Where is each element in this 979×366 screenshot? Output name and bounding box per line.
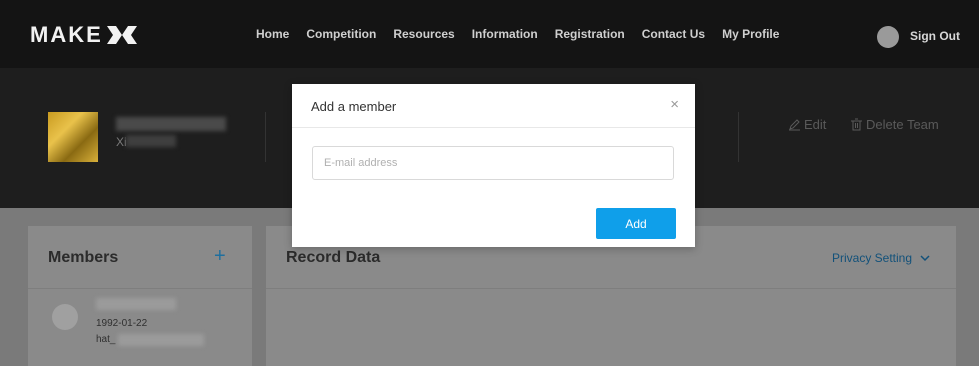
email-field[interactable] (312, 146, 674, 180)
user-avatar[interactable] (877, 26, 899, 48)
modal-divider (292, 127, 695, 128)
modal-title: Add a member (311, 99, 397, 114)
team-logo-image (48, 112, 98, 162)
members-title: Members (48, 249, 119, 266)
delete-label: Delete Team (866, 117, 939, 132)
member-avatar (52, 304, 78, 330)
nav-link-registration[interactable]: Registration (555, 27, 625, 41)
chevron-down-icon (920, 254, 930, 261)
nav-link-home[interactable]: Home (256, 27, 289, 41)
member-name-blurred (96, 298, 176, 310)
close-icon[interactable]: × (670, 96, 679, 113)
header-divider (265, 112, 266, 162)
add-button[interactable]: Add (596, 208, 676, 239)
trash-icon (851, 118, 862, 131)
sign-out-link[interactable]: Sign Out (910, 29, 960, 43)
members-divider (28, 288, 252, 289)
add-member-modal: Add a member × Add (292, 84, 695, 247)
header-divider (738, 112, 739, 162)
nav-links: Home Competition Resources Information R… (256, 0, 796, 68)
member-detail: hat_ (96, 334, 116, 345)
record-data-title: Record Data (286, 249, 381, 266)
team-subtitle-blurred (126, 135, 176, 147)
nav-link-resources[interactable]: Resources (393, 27, 454, 41)
edit-team-button[interactable]: Edit (788, 117, 826, 132)
delete-team-button[interactable]: Delete Team (850, 117, 939, 132)
privacy-setting-label: Privacy Setting (832, 251, 913, 265)
record-divider (266, 288, 956, 289)
team-name-blurred (116, 117, 226, 131)
make-x-logo[interactable]: MAKE (30, 22, 137, 48)
pencil-icon (789, 119, 800, 131)
nav-link-contact-us[interactable]: Contact Us (642, 27, 705, 41)
add-member-button[interactable]: + (214, 245, 226, 268)
logo-text: MAKE (30, 22, 103, 47)
member-birthdate: 1992-01-22 (96, 318, 148, 329)
nav-link-my-profile[interactable]: My Profile (722, 27, 779, 41)
record-data-panel (266, 226, 956, 366)
logo-x-mark-icon (106, 26, 137, 44)
privacy-setting-dropdown[interactable]: Privacy Setting (832, 251, 930, 265)
top-nav: MAKE Home Competition Resources Informat… (0, 0, 979, 68)
member-detail-blurred (118, 334, 204, 346)
edit-label: Edit (804, 117, 827, 132)
nav-link-information[interactable]: Information (472, 27, 538, 41)
nav-link-competition[interactable]: Competition (306, 27, 376, 41)
